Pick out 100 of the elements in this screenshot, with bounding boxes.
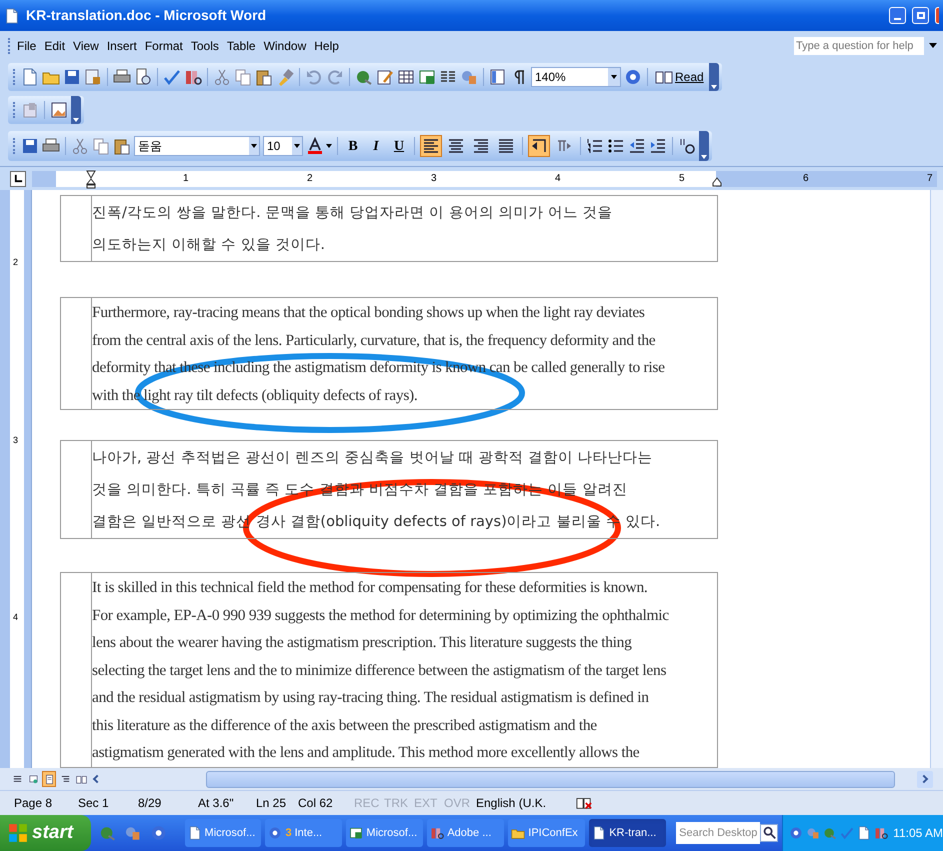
spreadsheet-icon[interactable] bbox=[418, 68, 436, 86]
document-map-icon[interactable] bbox=[489, 68, 507, 86]
copy-icon[interactable] bbox=[92, 137, 110, 155]
decrease-indent-icon[interactable] bbox=[628, 137, 646, 155]
status-text: REC bbox=[354, 795, 380, 812]
new-document-icon[interactable] bbox=[21, 68, 39, 86]
paragraph: 진폭/각도의 쌍을 말한다. 문맥을 통해 당업자라면 이 용어의 의미가 어느 것을 의도하는지 이해할 수 있을 것이다. bbox=[92, 204, 613, 255]
increase-indent-icon[interactable] bbox=[649, 137, 667, 155]
app-icon[interactable] bbox=[592, 826, 606, 840]
menu-item[interactable]: Help bbox=[310, 36, 343, 54]
ruler-number: 3 bbox=[13, 434, 18, 447]
toolbar-options-button[interactable] bbox=[699, 131, 709, 161]
taskbar-button[interactable]: Microsof... bbox=[184, 819, 262, 847]
ruler-number: 4 bbox=[555, 172, 561, 186]
left-tab-icon[interactable] bbox=[14, 174, 22, 183]
horizontal-ruler[interactable]: 1 2 3 4 5 6 7 bbox=[32, 170, 937, 186]
status-text: Page 8 bbox=[14, 795, 54, 812]
ruler-number: 6 bbox=[803, 172, 809, 186]
picture-icon[interactable] bbox=[50, 101, 68, 119]
print-view-icon[interactable] bbox=[44, 774, 54, 784]
help-search-field[interactable]: Type a question for help bbox=[793, 36, 925, 56]
read-button[interactable]: Read bbox=[653, 68, 706, 86]
start-button[interactable]: start bbox=[0, 815, 92, 851]
status-text: Ln 25 bbox=[256, 795, 288, 812]
save-icon[interactable] bbox=[63, 68, 81, 86]
web-view-icon[interactable] bbox=[28, 774, 38, 784]
minimize-button[interactable] bbox=[889, 7, 906, 24]
scroll-right-button[interactable] bbox=[917, 770, 933, 788]
tray-icon[interactable] bbox=[789, 826, 804, 840]
tray-icon[interactable] bbox=[857, 826, 872, 840]
status-text: 8/29 bbox=[138, 795, 162, 812]
menu-item[interactable]: Window bbox=[260, 36, 310, 54]
paste-icon[interactable] bbox=[255, 68, 273, 86]
paragraph: It is skilled in this technical field the method for compensating for these deformities is known. For example, EP-A-0 990 939 suggests the method for determining by optimizing the ophthalmic lens about the wearer having the astigmatism prescription. This literature suggests the thing selecting the target lens and the to minimize difference between the astigmatism of the target lens and the residual astigmatism by using ray-tracing thing. The residual astigmatism is defined in this literature as the difference of the axis between the prescribed astigmatism and the astigmatism generated with the lens and amplitude. This method more excellently allows the bbox=[92, 578, 669, 763]
save-icon[interactable] bbox=[21, 137, 39, 155]
font-dropdown[interactable]: 돋움 bbox=[134, 136, 260, 156]
font-color-button[interactable] bbox=[306, 137, 332, 155]
menu-item[interactable]: File bbox=[13, 36, 40, 54]
ruler-number: 2 bbox=[13, 256, 18, 269]
menu-item[interactable]: View bbox=[69, 36, 103, 54]
ruler-number: 7 bbox=[927, 172, 933, 186]
cut-icon[interactable] bbox=[71, 137, 89, 155]
taskbar-button[interactable]: Adobe ... bbox=[427, 819, 504, 847]
taskbar-button[interactable]: IPIConfEx bbox=[508, 819, 586, 847]
app-icon[interactable] bbox=[430, 826, 444, 840]
vertical-scrollbar[interactable] bbox=[930, 190, 943, 768]
help-icon[interactable] bbox=[624, 68, 642, 86]
italic-button[interactable]: I bbox=[366, 136, 386, 156]
menu-item[interactable]: Insert bbox=[102, 36, 141, 54]
ruler-number: 1 bbox=[183, 172, 189, 186]
table-icon[interactable] bbox=[397, 68, 415, 86]
document-icon bbox=[4, 8, 20, 24]
app-icon[interactable] bbox=[268, 826, 282, 840]
taskbar-button[interactable]: Microsof... bbox=[346, 819, 424, 847]
reading-view-icon[interactable] bbox=[76, 774, 86, 784]
desktop-search-field[interactable]: Search Desktop bbox=[676, 822, 760, 844]
app-icon[interactable] bbox=[188, 826, 202, 840]
underline-button[interactable]: U bbox=[389, 136, 409, 156]
ruler-number: 4 bbox=[13, 611, 18, 624]
close-button[interactable] bbox=[935, 7, 939, 24]
ruler-number: 5 bbox=[679, 172, 685, 186]
copy-icon[interactable] bbox=[234, 68, 252, 86]
toolbar-options-button[interactable] bbox=[708, 63, 719, 91]
cut-icon[interactable] bbox=[213, 68, 231, 86]
font-color-icon[interactable] bbox=[306, 137, 324, 155]
numbered-list-icon[interactable] bbox=[586, 137, 604, 155]
status-text: TRK bbox=[384, 795, 409, 812]
tray-icon[interactable] bbox=[874, 826, 888, 840]
print-view-button[interactable] bbox=[42, 771, 56, 787]
normal-view-icon[interactable] bbox=[12, 774, 22, 784]
taskbar-button[interactable]: KR-tran... bbox=[589, 819, 666, 847]
format-painter-icon[interactable] bbox=[276, 68, 294, 86]
right-indent-marker[interactable] bbox=[712, 176, 722, 186]
indent-marker[interactable] bbox=[86, 168, 96, 188]
bold-button[interactable]: B bbox=[343, 136, 363, 156]
app-icon[interactable] bbox=[349, 826, 364, 840]
outline-view-icon[interactable] bbox=[60, 774, 70, 784]
paste-icon[interactable] bbox=[113, 137, 131, 155]
toolbar-options-button[interactable] bbox=[71, 96, 81, 124]
book-icon[interactable] bbox=[576, 795, 592, 811]
taskbar-button[interactable]: 3 Inte... bbox=[265, 819, 342, 847]
zoom-dropdown[interactable]: 140% bbox=[531, 67, 621, 87]
restore-button[interactable] bbox=[912, 7, 929, 24]
status-text: At 3.6" bbox=[198, 795, 235, 812]
search-icon[interactable] bbox=[760, 824, 778, 842]
scroll-thumb[interactable] bbox=[206, 770, 895, 788]
vertical-ruler[interactable]: 2 3 4 bbox=[0, 190, 32, 768]
spelling-icon[interactable] bbox=[163, 68, 181, 86]
menu-item[interactable]: Table bbox=[222, 36, 260, 54]
menu-item[interactable]: Edit bbox=[40, 36, 70, 54]
status-text: OVR bbox=[444, 795, 472, 812]
menu-item[interactable]: Tools bbox=[186, 36, 223, 54]
bullet-list-icon[interactable] bbox=[607, 137, 625, 155]
print-preview-icon[interactable] bbox=[134, 68, 152, 86]
status-text: English (U.K. bbox=[476, 795, 548, 812]
ruler-number: 3 bbox=[431, 172, 437, 186]
tab-selector-button[interactable] bbox=[10, 170, 26, 186]
status-text: Sec 1 bbox=[78, 795, 110, 812]
menu-item[interactable]: Format bbox=[140, 36, 187, 54]
font-size-dropdown[interactable]: 10 bbox=[263, 136, 303, 156]
